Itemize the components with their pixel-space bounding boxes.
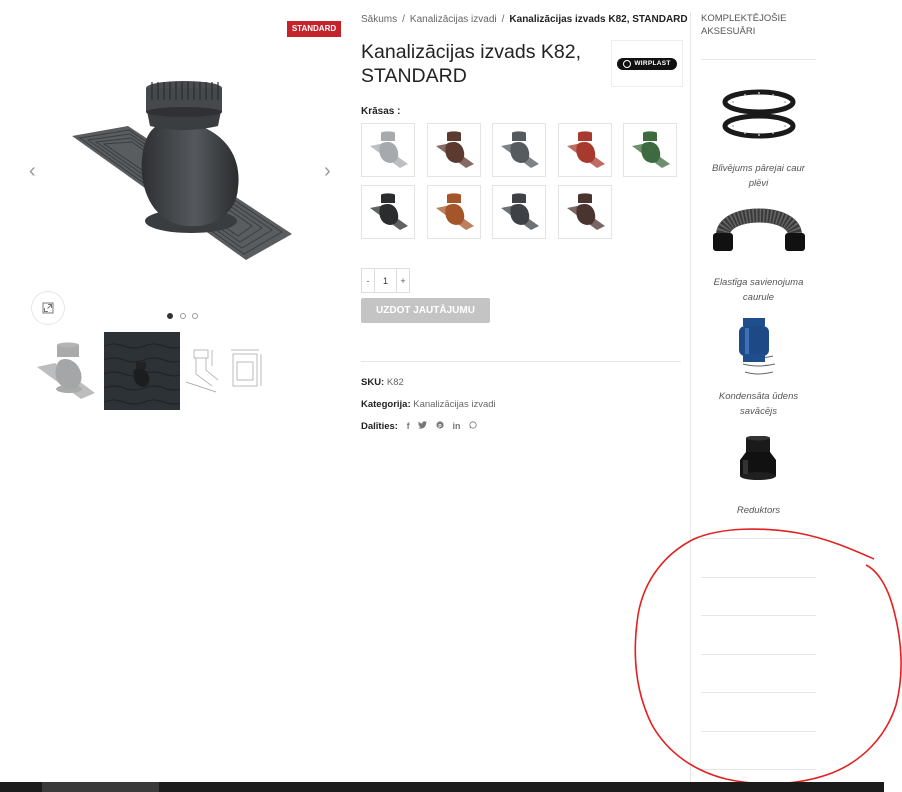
color-swatch[interactable] (557, 123, 612, 177)
category-link[interactable]: Kanalizācijas izvadi (413, 399, 495, 410)
pinterest-icon[interactable]: p (436, 421, 444, 431)
quantity-plus-button[interactable]: + (397, 269, 409, 292)
quantity-stepper[interactable]: - 1 + (361, 268, 410, 293)
brand-logo-text: WIRPLAST (634, 60, 671, 67)
color-swatch[interactable] (623, 123, 677, 177)
product-title: Kanalizācijas izvads K82, STANDARD (361, 41, 582, 87)
colors-label: Krāsas : (361, 106, 401, 117)
color-swatch[interactable] (361, 123, 415, 177)
sidebar-title: KOMPLEKTĒJOŠIE AKSESUĀRI (701, 13, 787, 37)
accessory-link[interactable]: Blīvējums pārejai caur plēvi (701, 161, 816, 191)
gallery-dot-1[interactable] (167, 313, 173, 319)
category-row: Kategorija: Kanalizācijas izvadi (361, 399, 496, 410)
red-annotation-circle (634, 528, 902, 785)
ask-question-button[interactable]: UZDOT JAUTĀJUMU (361, 298, 490, 323)
accessory-link[interactable]: Kondensāta ūdens savācējs (701, 389, 816, 419)
gallery-next-button[interactable]: › (324, 161, 331, 181)
svg-text:p: p (438, 423, 442, 429)
color-swatch[interactable] (426, 123, 481, 177)
breadcrumb-category-link[interactable]: Kanalizācijas izvadi (410, 14, 497, 25)
gallery-thumbnail[interactable] (181, 332, 223, 410)
sidebar-rule (701, 59, 816, 60)
gallery-thumbnail[interactable] (104, 332, 180, 410)
twitter-icon[interactable] (418, 421, 428, 431)
color-swatch[interactable] (361, 185, 415, 239)
divider (361, 361, 681, 362)
color-swatch[interactable] (492, 123, 546, 177)
linkedin-icon[interactable]: in (453, 421, 461, 431)
color-swatch[interactable] (557, 185, 612, 239)
brand-logo[interactable]: WIRPLAST (611, 40, 683, 87)
gallery-thumbnail[interactable] (28, 332, 104, 410)
sku-row: SKU: K82 (361, 377, 404, 388)
color-swatch[interactable] (492, 185, 546, 239)
gallery-dot-2[interactable] (180, 313, 186, 319)
color-swatch[interactable] (426, 185, 481, 239)
sku-value: K82 (386, 377, 404, 388)
accessory-image[interactable] (735, 316, 781, 378)
brand-mark-icon (623, 59, 632, 68)
accessory-image[interactable] (719, 86, 799, 142)
breadcrumb-current: Kanalizācijas izvads K82, STANDARD (509, 14, 688, 25)
gallery-dot-3[interactable] (192, 313, 198, 319)
quantity-minus-button[interactable]: - (362, 269, 374, 292)
breadcrumb: Sākums / Kanalizācijas izvadi / Kanalizācija… (361, 14, 688, 25)
facebook-icon[interactable]: f (407, 421, 410, 431)
accessory-image[interactable] (711, 205, 807, 257)
accessory-link[interactable]: Elastīga savienojuma caurule (701, 275, 816, 305)
zoom-button[interactable] (31, 291, 65, 325)
product-badge: STANDARD (287, 21, 341, 37)
expand-icon (42, 302, 54, 314)
whatsapp-icon[interactable] (469, 421, 477, 431)
accessory-image[interactable] (737, 435, 779, 482)
main-product-image[interactable] (66, 78, 298, 264)
accessory-link[interactable]: Reduktors (701, 503, 816, 518)
quantity-input[interactable]: 1 (374, 269, 397, 292)
footer-tab[interactable] (42, 782, 159, 792)
share-row: Dalīties: f p in (361, 421, 477, 432)
breadcrumb-home-link[interactable]: Sākums (361, 14, 397, 25)
gallery-thumbnail[interactable] (223, 332, 267, 410)
gallery-prev-button[interactable]: ‹ (29, 161, 36, 181)
